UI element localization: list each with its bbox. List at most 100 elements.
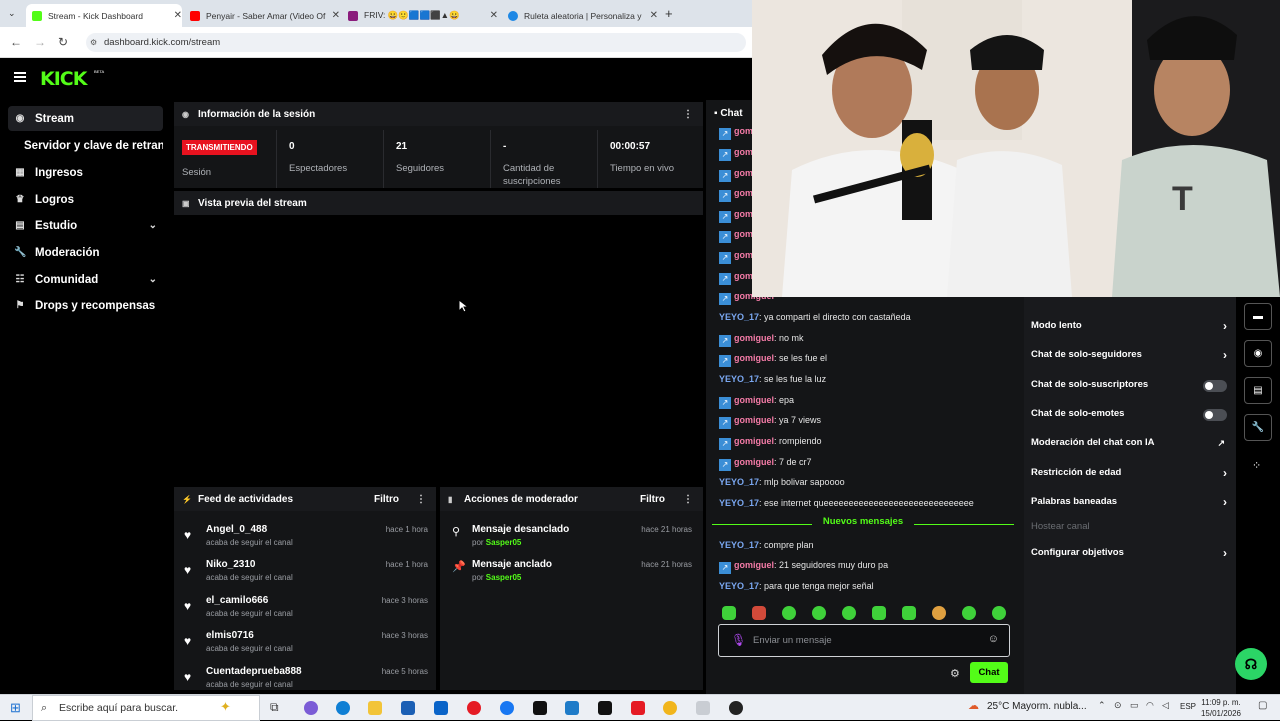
wrench-icon[interactable]: 🔧	[1244, 414, 1272, 441]
sidebar-item-comunidad[interactable]: ☷ Comunidad ⌄	[8, 267, 163, 292]
kick-logo[interactable]: KICK	[40, 68, 87, 90]
sidebar-item-ingresos[interactable]: ▦ Ingresos	[8, 160, 163, 185]
battery-icon[interactable]: ▭	[1130, 700, 1139, 711]
chat-username[interactable]: gomiguel	[734, 333, 774, 343]
send-chat-button[interactable]: Chat	[970, 662, 1008, 683]
menu-item-age-restriction[interactable]: Restricción de edad ›	[1031, 464, 1227, 482]
reload-icon[interactable]: ↻	[58, 35, 68, 49]
chat-username[interactable]: gomiguel	[734, 415, 774, 425]
file-explorer-icon[interactable]	[368, 701, 382, 715]
list-item[interactable]: ♥ Angel_0_488 acaba de seguir el canal h…	[174, 524, 438, 560]
close-tab-icon[interactable]: ✕	[650, 10, 658, 21]
youtube-app-icon[interactable]	[467, 701, 481, 715]
close-tab-icon[interactable]: ✕	[332, 10, 340, 21]
list-item[interactable]: ♥ Cuentadeprueba888 acaba de seguir el c…	[174, 666, 438, 690]
sidebar-item-logros[interactable]: ♛ Logros	[8, 187, 163, 212]
list-item[interactable]: ♥ elmis0716 acaba de seguir el canal hac…	[174, 630, 438, 666]
chat-username[interactable]: YEYO_17	[719, 312, 759, 322]
emote-icon[interactable]	[992, 606, 1006, 620]
more-tools-icon[interactable]: ⁘	[1252, 459, 1261, 472]
emote-icon[interactable]	[812, 606, 826, 620]
menu-item-emotes-only[interactable]: Chat de solo-emotes	[1031, 405, 1227, 423]
new-messages-divider[interactable]: Nuevos mensajes	[712, 516, 1014, 532]
tab-kick-dashboard[interactable]: Stream - Kick Dashboard ✕	[26, 4, 182, 27]
sidebar-item-estudio[interactable]: ▤ Estudio ⌄	[8, 213, 163, 238]
chat-bubble-icon[interactable]: ▬	[1244, 303, 1272, 330]
tab-list-chevron-icon[interactable]: ⌄	[8, 8, 16, 19]
weather-text[interactable]: 25°C Mayorm. nubla...	[987, 701, 1087, 712]
sidebar-item-drops[interactable]: ⚑ Drops y recompensas	[8, 293, 163, 318]
tray-chevron-icon[interactable]: ⌃	[1098, 700, 1106, 711]
chat-username[interactable]: gomiguel	[734, 436, 774, 446]
emote-icon[interactable]	[932, 606, 946, 620]
close-tab-icon[interactable]: ✕	[174, 10, 182, 21]
menu-item-followers-only[interactable]: Chat de solo-seguidores ›	[1031, 346, 1227, 364]
new-tab-icon[interactable]: +	[665, 6, 673, 21]
sparkle-icon[interactable]: ✦	[220, 699, 231, 715]
back-icon[interactable]: ←	[10, 35, 22, 49]
media-player-icon[interactable]	[696, 701, 710, 715]
site-info-icon[interactable]: ⚙	[90, 33, 97, 52]
chat-username[interactable]: gomiguel	[734, 560, 774, 570]
layout-icon[interactable]: ▤	[1244, 377, 1272, 404]
chat-username[interactable]: YEYO_17	[719, 498, 759, 508]
kebab-menu-icon[interactable]: ⋮	[683, 109, 693, 120]
emote-icon[interactable]	[842, 606, 856, 620]
menu-item-banned-words[interactable]: Palabras baneadas ›	[1031, 493, 1227, 511]
volume-icon[interactable]: ◁	[1162, 700, 1169, 711]
chat-username[interactable]: YEYO_17	[719, 540, 759, 550]
location-icon[interactable]: ⊙	[1114, 700, 1122, 711]
list-item[interactable]: 📌 Mensaje anclado por Sasper05 hace 21 h…	[440, 559, 704, 595]
tab-friv[interactable]: FRIV: 😀🙂🟦🟦⬛▲😀 ✕	[342, 4, 498, 27]
chat-username[interactable]: gomiguel	[734, 353, 774, 363]
task-view-icon[interactable]: ⧉	[270, 700, 279, 715]
emote-icon[interactable]	[902, 606, 916, 620]
chat-username[interactable]: gomiguel	[734, 457, 774, 467]
chat-settings-gear-icon[interactable]: ⚙	[950, 667, 960, 680]
chat-input[interactable]: 🎙 Enviar un mensaje ☺	[718, 624, 1010, 657]
list-item[interactable]: ⚲ Mensaje desanclado por Sasper05 hace 2…	[440, 524, 704, 560]
emote-icon[interactable]	[872, 606, 886, 620]
emote-icon[interactable]	[752, 606, 766, 620]
emoji-icon[interactable]: ☺	[988, 633, 999, 645]
support-chat-icon[interactable]: ☊	[1235, 648, 1267, 680]
emote-icon[interactable]	[722, 606, 736, 620]
emotes-only-toggle[interactable]	[1203, 409, 1227, 421]
sidebar-item-moderacion[interactable]: 🔧 Moderación	[8, 240, 163, 265]
microphone-icon[interactable]: 🎙	[731, 633, 746, 647]
chat-username[interactable]: YEYO_17	[719, 477, 759, 487]
youtube-app-icon[interactable]	[631, 701, 645, 715]
menu-item-ai-moderation[interactable]: Moderación del chat con IA ↗	[1031, 434, 1227, 452]
kebab-menu-icon[interactable]: ⋮	[683, 494, 693, 505]
edge-icon[interactable]	[336, 701, 350, 715]
chat-username[interactable]: YEYO_17	[719, 581, 759, 591]
obs-icon[interactable]	[729, 701, 743, 715]
emote-icon[interactable]	[962, 606, 976, 620]
facebook-icon[interactable]	[500, 701, 514, 715]
menu-item-slow-mode[interactable]: Modo lento ›	[1031, 317, 1227, 335]
stream-preview-video[interactable]	[174, 216, 703, 483]
notifications-icon[interactable]: ▢	[1258, 700, 1267, 711]
close-tab-icon[interactable]: ✕	[490, 10, 498, 21]
broadcast-icon[interactable]: ◉	[1244, 340, 1272, 367]
tab-ruleta[interactable]: Ruleta aleatoria | Personaliza y ✕	[502, 4, 658, 27]
store-icon[interactable]	[401, 701, 415, 715]
menu-icon[interactable]	[14, 72, 26, 82]
app-icon[interactable]	[565, 701, 579, 715]
netflix-icon[interactable]	[533, 701, 547, 715]
activity-filter-button[interactable]: Filtro	[374, 494, 399, 505]
wikipedia-icon[interactable]	[598, 701, 612, 715]
list-item[interactable]: ♥ el_camilo666 acaba de seguir el canal …	[174, 595, 438, 631]
url-field[interactable]: ⚙ dashboard.kick.com/stream	[86, 33, 746, 52]
outlook-icon[interactable]	[434, 701, 448, 715]
sidebar-item-server-key[interactable]: Servidor y clave de retransmisión	[8, 133, 163, 158]
windows-start-icon[interactable]: ⊞	[10, 700, 21, 716]
chat-username[interactable]: YEYO_17	[719, 374, 759, 384]
copilot-icon[interactable]	[304, 701, 318, 715]
sidebar-item-stream[interactable]: ◉ Stream	[8, 106, 163, 131]
language-indicator[interactable]: ESP	[1180, 702, 1196, 711]
mod-user[interactable]: Sasper05	[486, 573, 522, 582]
mod-filter-button[interactable]: Filtro	[640, 494, 665, 505]
chrome-icon[interactable]	[663, 701, 677, 715]
wifi-icon[interactable]: ◠	[1146, 700, 1154, 711]
